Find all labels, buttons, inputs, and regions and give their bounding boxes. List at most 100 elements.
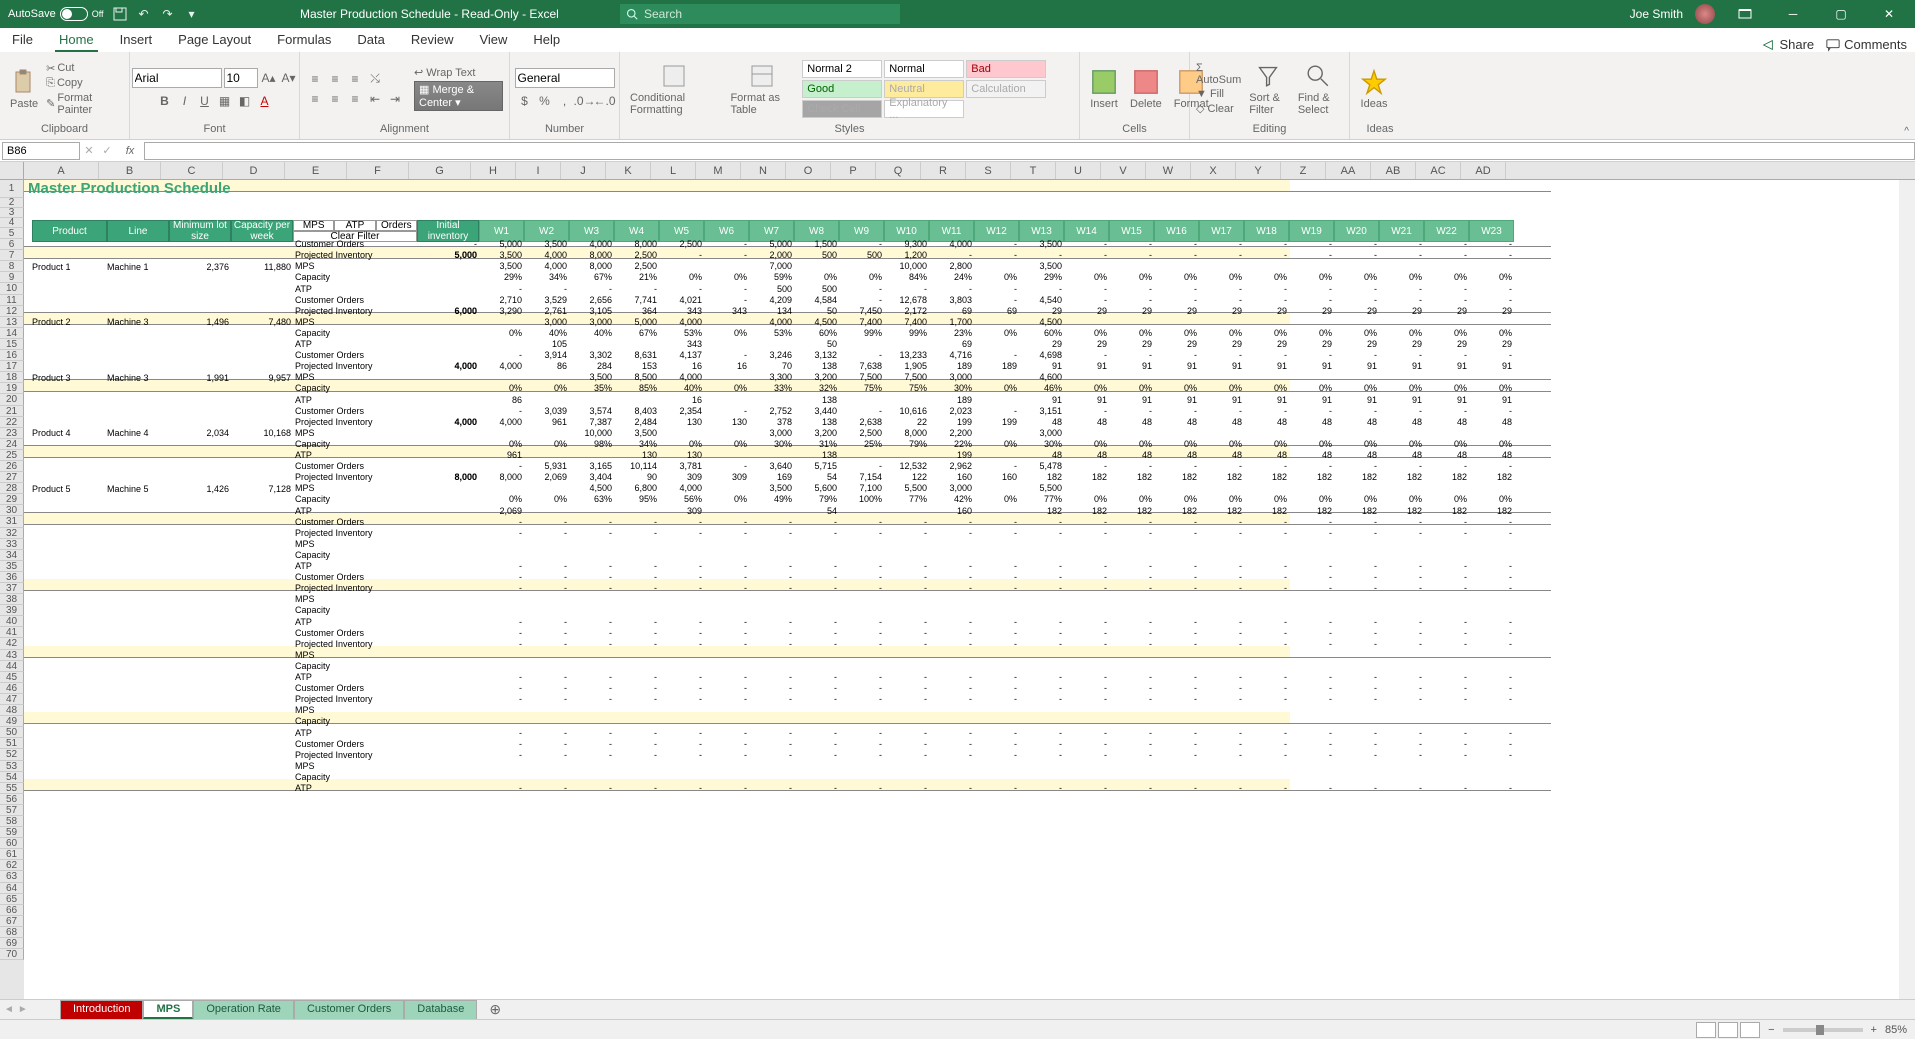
zoom-slider[interactable]: [1783, 1028, 1863, 1032]
row-header[interactable]: 22: [0, 417, 24, 428]
row-header[interactable]: 10: [0, 283, 24, 294]
column-header[interactable]: AA: [1326, 162, 1371, 179]
comma-icon[interactable]: ,: [556, 92, 574, 110]
column-header[interactable]: M: [696, 162, 741, 179]
row-header[interactable]: 16: [0, 350, 24, 361]
cancel-formula-icon[interactable]: ✕: [80, 144, 98, 157]
row-header[interactable]: 13: [0, 317, 24, 328]
column-header[interactable]: F: [347, 162, 409, 179]
column-header[interactable]: U: [1056, 162, 1101, 179]
find-select-button[interactable]: Find & Select: [1294, 60, 1343, 118]
column-header[interactable]: L: [651, 162, 696, 179]
sheet-tab-operation-rate[interactable]: Operation Rate: [193, 1000, 294, 1019]
row-header[interactable]: 50: [0, 727, 24, 738]
user-avatar-icon[interactable]: [1695, 4, 1715, 24]
cell-style-bad[interactable]: Bad: [966, 60, 1046, 78]
column-header[interactable]: S: [966, 162, 1011, 179]
column-header[interactable]: I: [516, 162, 561, 179]
menu-tab-view[interactable]: View: [475, 29, 511, 52]
column-header[interactable]: Z: [1281, 162, 1326, 179]
normal-view-icon[interactable]: [1696, 1022, 1716, 1038]
row-header[interactable]: 49: [0, 716, 24, 727]
maximize-button[interactable]: ▢: [1823, 0, 1859, 28]
row-header[interactable]: 61: [0, 849, 24, 860]
column-header[interactable]: AC: [1416, 162, 1461, 179]
row-header[interactable]: 57: [0, 805, 24, 816]
align-center-icon[interactable]: ≡: [326, 90, 344, 108]
page-break-view-icon[interactable]: [1740, 1022, 1760, 1038]
row-header[interactable]: 37: [0, 583, 24, 594]
column-header[interactable]: P: [831, 162, 876, 179]
row-header[interactable]: 4: [0, 218, 24, 228]
column-header[interactable]: AD: [1461, 162, 1506, 179]
user-name[interactable]: Joe Smith: [1630, 7, 1683, 21]
filter-atp-button[interactable]: ATP: [334, 220, 375, 231]
minimize-button[interactable]: ─: [1775, 0, 1811, 28]
enter-formula-icon[interactable]: ✓: [98, 144, 116, 157]
worksheet[interactable]: Master Production Schedule ProductLineMi…: [24, 180, 1899, 1019]
format-as-table-button[interactable]: Format as Table: [726, 60, 797, 118]
row-header[interactable]: 39: [0, 605, 24, 616]
column-header[interactable]: D: [223, 162, 285, 179]
page-layout-view-icon[interactable]: [1718, 1022, 1738, 1038]
row-header[interactable]: 25: [0, 450, 24, 461]
row-header[interactable]: 43: [0, 650, 24, 661]
column-header[interactable]: J: [561, 162, 606, 179]
menu-tab-insert[interactable]: Insert: [116, 29, 157, 52]
close-button[interactable]: ✕: [1871, 0, 1907, 28]
comments-button[interactable]: Comments: [1826, 37, 1907, 52]
cell-style-explanatory-[interactable]: Explanatory ...: [884, 100, 964, 118]
column-header[interactable]: G: [409, 162, 471, 179]
row-header[interactable]: 17: [0, 361, 24, 372]
row-header[interactable]: 23: [0, 428, 24, 439]
column-header[interactable]: Q: [876, 162, 921, 179]
align-top-icon[interactable]: ≡: [306, 70, 324, 88]
cell-style-neutral[interactable]: Neutral: [884, 80, 964, 98]
row-header[interactable]: 35: [0, 561, 24, 572]
row-header[interactable]: 1: [0, 180, 24, 198]
row-header[interactable]: 46: [0, 683, 24, 694]
dec-decimal-icon[interactable]: ←.0: [596, 92, 614, 110]
row-header[interactable]: 51: [0, 738, 24, 749]
row-header[interactable]: 60: [0, 838, 24, 849]
row-header[interactable]: 55: [0, 783, 24, 794]
paste-button[interactable]: Paste: [6, 66, 42, 112]
align-right-icon[interactable]: ≡: [346, 90, 364, 108]
autosum-button[interactable]: Σ AutoSum: [1196, 62, 1241, 86]
column-header[interactable]: E: [285, 162, 347, 179]
row-header[interactable]: 20: [0, 394, 24, 405]
row-header[interactable]: 11: [0, 295, 24, 306]
font-name-select[interactable]: [132, 68, 222, 88]
font-size-select[interactable]: [224, 68, 258, 88]
font-color-icon[interactable]: A: [256, 92, 274, 110]
column-header[interactable]: K: [606, 162, 651, 179]
row-header[interactable]: 68: [0, 927, 24, 938]
row-header[interactable]: 65: [0, 894, 24, 905]
row-header[interactable]: 5: [0, 228, 24, 239]
sheet-tab-mps[interactable]: MPS: [143, 1000, 193, 1019]
fill-button[interactable]: ▼ Fill: [1196, 88, 1241, 100]
qat-more-icon[interactable]: ▾: [184, 6, 200, 22]
merge-center-button[interactable]: ▦ Merge & Center ▾: [414, 81, 503, 111]
menu-tab-help[interactable]: Help: [529, 29, 564, 52]
column-header[interactable]: T: [1011, 162, 1056, 179]
column-header[interactable]: O: [786, 162, 831, 179]
row-header[interactable]: 19: [0, 383, 24, 394]
column-header[interactable]: H: [471, 162, 516, 179]
formula-bar[interactable]: [144, 142, 1915, 160]
orientation-icon[interactable]: ⤯: [366, 70, 384, 88]
menu-tab-page-layout[interactable]: Page Layout: [174, 29, 255, 52]
menu-tab-data[interactable]: Data: [353, 29, 388, 52]
column-header[interactable]: C: [161, 162, 223, 179]
fx-icon[interactable]: fx: [120, 145, 140, 157]
fill-color-icon[interactable]: ◧: [236, 92, 254, 110]
row-header[interactable]: 29: [0, 494, 24, 505]
cut-button[interactable]: ✂ Cut: [46, 62, 123, 75]
autosave-toggle[interactable]: AutoSave Off: [8, 7, 104, 21]
menu-tab-review[interactable]: Review: [407, 29, 458, 52]
row-header[interactable]: 67: [0, 916, 24, 927]
row-header[interactable]: 6: [0, 239, 24, 250]
sheet-tab-database[interactable]: Database: [404, 1000, 477, 1019]
row-header[interactable]: 33: [0, 539, 24, 550]
row-header[interactable]: 12: [0, 306, 24, 317]
